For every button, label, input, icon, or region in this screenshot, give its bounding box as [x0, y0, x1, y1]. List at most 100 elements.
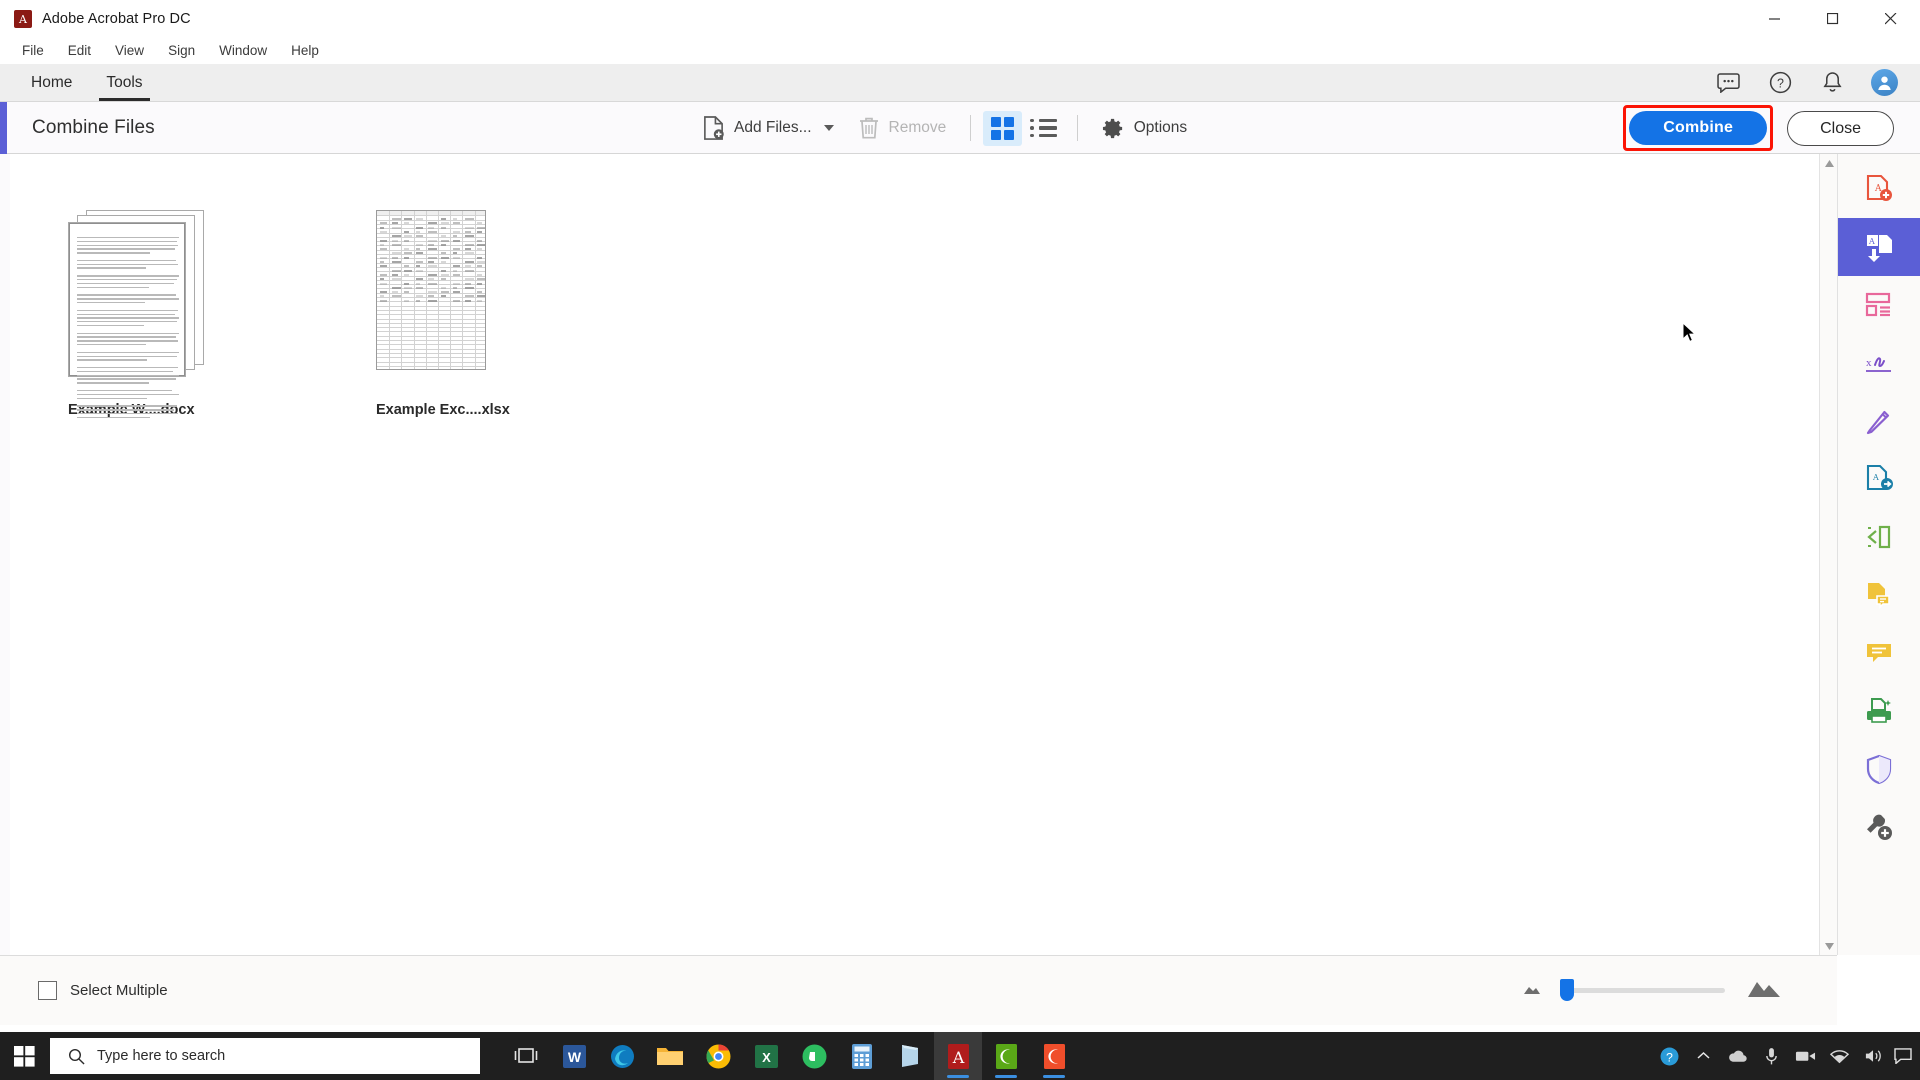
scroll-down-button[interactable]	[1820, 937, 1838, 955]
action-center-icon[interactable]	[1890, 1032, 1916, 1080]
organize-pages-icon[interactable]	[1838, 276, 1920, 334]
toolbar-divider	[1076, 115, 1078, 141]
onenote-taskbar-icon[interactable]	[886, 1032, 934, 1080]
svg-text:A: A	[18, 13, 28, 25]
window-title: Adobe Acrobat Pro DC	[42, 11, 191, 27]
fill-and-sign-icon[interactable]: x	[1838, 334, 1920, 392]
tab-tools[interactable]: Tools	[89, 64, 159, 101]
thumbnail-size-slider[interactable]	[1560, 979, 1725, 1001]
combine-button-highlight: Combine	[1623, 105, 1774, 151]
add-file-icon	[704, 115, 724, 140]
maximize-button[interactable]	[1804, 0, 1862, 38]
tools-rail: A A x A	[1837, 154, 1920, 955]
page-title: Combine Files	[32, 116, 155, 138]
export-pdf-icon[interactable]: A	[1838, 450, 1920, 508]
word-taskbar-icon[interactable]: W	[550, 1032, 598, 1080]
acrobat-icon: A	[14, 10, 32, 28]
select-multiple-checkbox[interactable]	[38, 981, 57, 1000]
help-tray-icon[interactable]: ?	[1652, 1032, 1686, 1080]
protect-icon[interactable]	[1838, 740, 1920, 798]
grid-view-button[interactable]	[983, 110, 1023, 146]
grid-view-icon	[991, 116, 1015, 140]
microphone-tray-icon[interactable]	[1754, 1032, 1788, 1080]
close-window-button[interactable]	[1862, 0, 1920, 38]
onedrive-tray-icon[interactable]	[1720, 1032, 1754, 1080]
task-view-icon[interactable]	[502, 1032, 550, 1080]
help-icon[interactable]: ?	[1767, 70, 1793, 96]
minimize-button[interactable]	[1746, 0, 1804, 38]
list-view-button[interactable]	[1022, 113, 1065, 144]
close-button[interactable]: Close	[1787, 110, 1894, 146]
menu-item-help[interactable]: Help	[279, 40, 331, 62]
camtasia-recorder-taskbar-icon[interactable]	[1030, 1032, 1078, 1080]
acrobat-taskbar-icon[interactable]: A	[934, 1032, 982, 1080]
svg-text:A: A	[1868, 237, 1875, 246]
document-pages-thumbnail	[68, 210, 213, 419]
thumbnail-size-control	[1521, 978, 1781, 1003]
slider-handle[interactable]	[1560, 979, 1574, 1001]
edge-taskbar-icon[interactable]	[598, 1032, 646, 1080]
tab-home[interactable]: Home	[14, 64, 89, 101]
select-multiple-label: Select Multiple	[70, 982, 168, 999]
request-signatures-icon[interactable]	[1838, 392, 1920, 450]
bottom-bar: Select Multiple	[0, 955, 1837, 1025]
gear-icon	[1102, 118, 1122, 138]
camtasia-taskbar-icon[interactable]	[982, 1032, 1030, 1080]
search-icon	[68, 1048, 85, 1065]
excel-taskbar-icon[interactable]: X	[742, 1032, 790, 1080]
remove-button[interactable]: Remove	[846, 110, 959, 146]
menu-item-sign[interactable]: Sign	[156, 40, 207, 62]
svg-text:?: ?	[1666, 1050, 1673, 1064]
menu-item-window[interactable]: Window	[207, 40, 279, 62]
svg-text:?: ?	[1777, 76, 1784, 90]
list-view-icon	[1030, 118, 1057, 138]
search-input[interactable]: Type here to search	[50, 1038, 480, 1074]
comment-icon[interactable]	[1838, 624, 1920, 682]
svg-text:W: W	[567, 1049, 581, 1065]
svg-text:X: X	[762, 1050, 771, 1065]
edit-pdf-icon[interactable]	[1838, 508, 1920, 566]
file-explorer-taskbar-icon[interactable]	[646, 1032, 694, 1080]
bell-icon[interactable]	[1819, 70, 1845, 96]
menu-item-view[interactable]: View	[103, 40, 156, 62]
toolbar-divider	[970, 115, 972, 141]
scroll-up-button[interactable]	[1820, 154, 1838, 172]
vertical-scrollbar[interactable]	[1819, 154, 1837, 955]
calculator-taskbar-icon[interactable]	[838, 1032, 886, 1080]
search-placeholder: Type here to search	[97, 1048, 226, 1064]
file-card[interactable]: Example Exc....xlsx	[376, 210, 556, 418]
windows-start-icon[interactable]	[0, 1032, 48, 1080]
file-card[interactable]: Example W....docx	[68, 210, 248, 419]
small-thumbnail-icon[interactable]	[1521, 981, 1543, 1000]
add-files-button[interactable]: Add Files...	[690, 110, 846, 147]
options-button[interactable]: Options	[1090, 111, 1199, 146]
show-hidden-icons-icon[interactable]	[1686, 1032, 1720, 1080]
trash-icon	[859, 117, 878, 139]
menu-item-edit[interactable]: Edit	[56, 40, 103, 62]
files-canvas[interactable]: Example W....docx Example Exc....xlsx	[10, 154, 1837, 955]
combine-files-icon[interactable]: A	[1837, 218, 1920, 276]
svg-text:x: x	[1866, 357, 1872, 369]
large-thumbnail-icon[interactable]	[1747, 978, 1781, 1003]
more-tools-icon[interactable]	[1838, 798, 1920, 856]
menu-item-file[interactable]: File	[10, 40, 56, 62]
taskbar-apps: W X A	[502, 1032, 1078, 1080]
system-tray: ?	[1652, 1032, 1920, 1080]
chevron-down-icon[interactable]	[823, 125, 834, 131]
comment-doc-icon[interactable]	[1838, 566, 1920, 624]
file-name: Example Exc....xlsx	[376, 402, 510, 418]
volume-tray-icon[interactable]	[1856, 1032, 1890, 1080]
remove-label: Remove	[888, 119, 947, 136]
scan-and-ocr-icon[interactable]	[1838, 682, 1920, 740]
network-tray-icon[interactable]	[1822, 1032, 1856, 1080]
evernote-taskbar-icon[interactable]	[790, 1032, 838, 1080]
camera-tray-icon[interactable]	[1788, 1032, 1822, 1080]
avatar[interactable]	[1871, 69, 1898, 96]
combine-button[interactable]: Combine	[1629, 111, 1768, 145]
chrome-taskbar-icon[interactable]	[694, 1032, 742, 1080]
window-controls	[1746, 0, 1920, 38]
file-grid: Example W....docx Example Exc....xlsx	[10, 154, 1836, 419]
comment-icon[interactable]	[1715, 70, 1741, 96]
create-pdf-icon[interactable]: A	[1838, 160, 1920, 218]
select-multiple-control[interactable]: Select Multiple	[38, 981, 168, 1000]
